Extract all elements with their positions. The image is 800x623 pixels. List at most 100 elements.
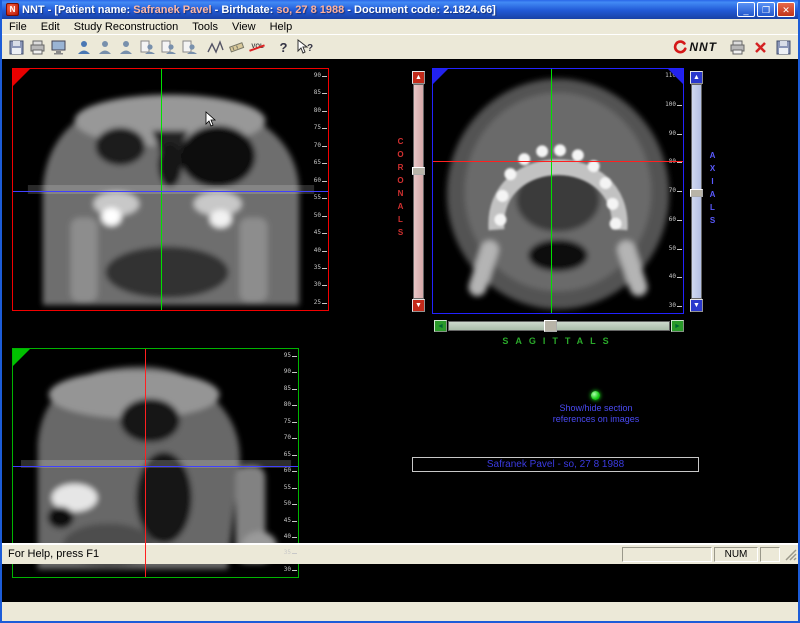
ruler-tick: 30 — [669, 303, 682, 309]
export-save-button[interactable] — [773, 37, 794, 57]
help-button[interactable]: ? — [273, 37, 294, 57]
app-icon[interactable]: N — [6, 3, 19, 16]
coronal-slider-up-button[interactable]: ▲ — [412, 71, 425, 84]
title-bar[interactable]: N NNT - [Patient name: Safranek Pavel - … — [2, 0, 798, 19]
floppy-icon — [8, 39, 25, 56]
ruler-tick: 40 — [669, 274, 682, 280]
mouse-cursor — [205, 111, 217, 127]
status-num-indicator: NUM — [714, 547, 758, 562]
ruler-icon — [228, 39, 245, 55]
minimize-button[interactable]: _ — [737, 2, 755, 17]
coronal-slider-down-button[interactable]: ▼ — [412, 299, 425, 312]
person-document-icon — [161, 39, 176, 55]
axial-slider[interactable]: ▲ ▼ — [690, 71, 703, 312]
title-patient-label: - [Patient name: — [48, 4, 131, 16]
menu-help[interactable]: Help — [263, 20, 300, 34]
showhide-references-button[interactable] — [591, 391, 600, 400]
axial-slider-thumb[interactable] — [690, 189, 703, 197]
sagittal-slider-thumb[interactable] — [544, 320, 557, 332]
patient-tool-4-button[interactable] — [137, 37, 158, 57]
ruler-tick: 90 — [284, 369, 297, 375]
delete-button[interactable] — [750, 37, 771, 57]
ruler-tick: 65 — [314, 160, 327, 166]
showhide-references-caption: Show/hide section references on images — [521, 403, 671, 425]
menu-study-reconstruction[interactable]: Study Reconstruction — [67, 20, 186, 34]
axial-slider-up-button[interactable]: ▲ — [690, 71, 703, 84]
coronal-corner-marker — [13, 69, 30, 86]
ruler-tick: 85 — [284, 386, 297, 392]
menu-edit[interactable]: Edit — [34, 20, 67, 34]
print-button[interactable] — [27, 37, 48, 57]
axial-ruler: 11010090807060504030 — [666, 73, 682, 309]
patient-tool-3-button[interactable] — [116, 37, 137, 57]
ruler-tick: 55 — [314, 195, 327, 201]
patient-tool-2-button[interactable] — [95, 37, 116, 57]
ruler-tick: 95 — [284, 353, 297, 359]
axial-corner-marker — [433, 69, 448, 84]
sagittal-slider-left-button[interactable]: ◄ — [434, 320, 447, 332]
save-button[interactable] — [6, 37, 27, 57]
ruler-tick: 35 — [314, 265, 327, 271]
axial-coronal-reference-line[interactable] — [433, 161, 683, 162]
patient-tool-6-button[interactable] — [179, 37, 200, 57]
export-print-button[interactable] — [727, 37, 748, 57]
axial-view[interactable]: 11010090807060504030 — [432, 68, 684, 314]
axial-slider-down-button[interactable]: ▼ — [690, 299, 703, 312]
ruler-tick: 90 — [669, 131, 682, 137]
ruler-tick: 85 — [314, 90, 327, 96]
title-doc-value: 2.1824.66] — [443, 4, 496, 16]
title-patient-name: Safranek Pavel — [133, 4, 211, 16]
arrow-question-icon: ? — [296, 39, 314, 55]
patient-info-text: Safranek Pavel - so, 27 8 1988 — [487, 459, 624, 470]
ruler-tick: 100 — [665, 102, 682, 108]
workspace: 9085807570656055504540353025 CORONALS ▲ … — [2, 59, 798, 602]
coronals-axis-label: CORONALS — [396, 137, 405, 241]
ruler-tick: 50 — [669, 246, 682, 252]
nnt-logo: NNT — [673, 40, 717, 54]
sagittal-corner-marker — [13, 349, 30, 366]
sagittal-slider-right-button[interactable]: ► — [671, 320, 684, 332]
nnt-swoosh-icon — [673, 40, 687, 54]
menu-tools[interactable]: Tools — [185, 20, 225, 34]
status-panel-blank — [760, 547, 780, 562]
person-document-icon — [140, 39, 155, 55]
volume-toggle-button[interactable]: VOL — [247, 37, 268, 57]
printer-icon — [729, 39, 746, 56]
coronal-sagittal-reference-line[interactable] — [161, 69, 162, 310]
status-help-text: For Help, press F1 — [8, 548, 621, 560]
toolbar-right-group: NNT — [673, 37, 794, 57]
sagittal-coronal-reference-line[interactable] — [145, 349, 146, 577]
sagittal-slider[interactable]: ◄ ► — [434, 320, 684, 332]
coronal-slider-track[interactable] — [413, 84, 424, 299]
coronal-ruler: 9085807570656055504540353025 — [311, 73, 327, 306]
monitor-icon — [50, 39, 67, 56]
display-settings-button[interactable] — [48, 37, 69, 57]
sagittal-axial-reference-line[interactable] — [13, 466, 298, 467]
menu-view[interactable]: View — [225, 20, 263, 34]
measure-tool-button[interactable] — [226, 37, 247, 57]
coronal-axial-reference-line[interactable] — [13, 191, 328, 192]
svg-text:?: ? — [307, 43, 313, 54]
nnt-application-window: N NNT - [Patient name: Safranek Pavel - … — [0, 0, 800, 623]
context-help-button[interactable]: ? — [294, 37, 315, 57]
title-birth-label: - Birthdate: — [215, 4, 274, 16]
coronal-view[interactable]: 9085807570656055504540353025 — [12, 68, 329, 311]
axials-axis-label: AXIALS — [708, 151, 717, 229]
axial-sagittal-reference-line[interactable] — [551, 69, 552, 313]
ruler-tick: 80 — [314, 108, 327, 114]
menu-file[interactable]: File — [2, 20, 34, 34]
floppy-icon — [775, 39, 792, 56]
patient-tool-5-button[interactable] — [158, 37, 179, 57]
coronal-slider-thumb[interactable] — [412, 167, 425, 175]
patient-tool-1-button[interactable] — [74, 37, 95, 57]
signal-tool-button[interactable] — [205, 37, 226, 57]
sagittal-slider-track[interactable] — [448, 321, 670, 331]
sagittal-ruler: 9590858075706560555045403530 — [281, 353, 297, 573]
ruler-tick: 65 — [284, 452, 297, 458]
coronal-slider[interactable]: ▲ ▼ — [412, 71, 425, 312]
resize-grip[interactable] — [783, 547, 798, 562]
restore-button[interactable]: ❐ — [757, 2, 775, 17]
window-title: NNT - [Patient name: Safranek Pavel - Bi… — [22, 4, 737, 16]
person-icon — [98, 39, 113, 55]
close-button[interactable]: ✕ — [777, 2, 795, 17]
